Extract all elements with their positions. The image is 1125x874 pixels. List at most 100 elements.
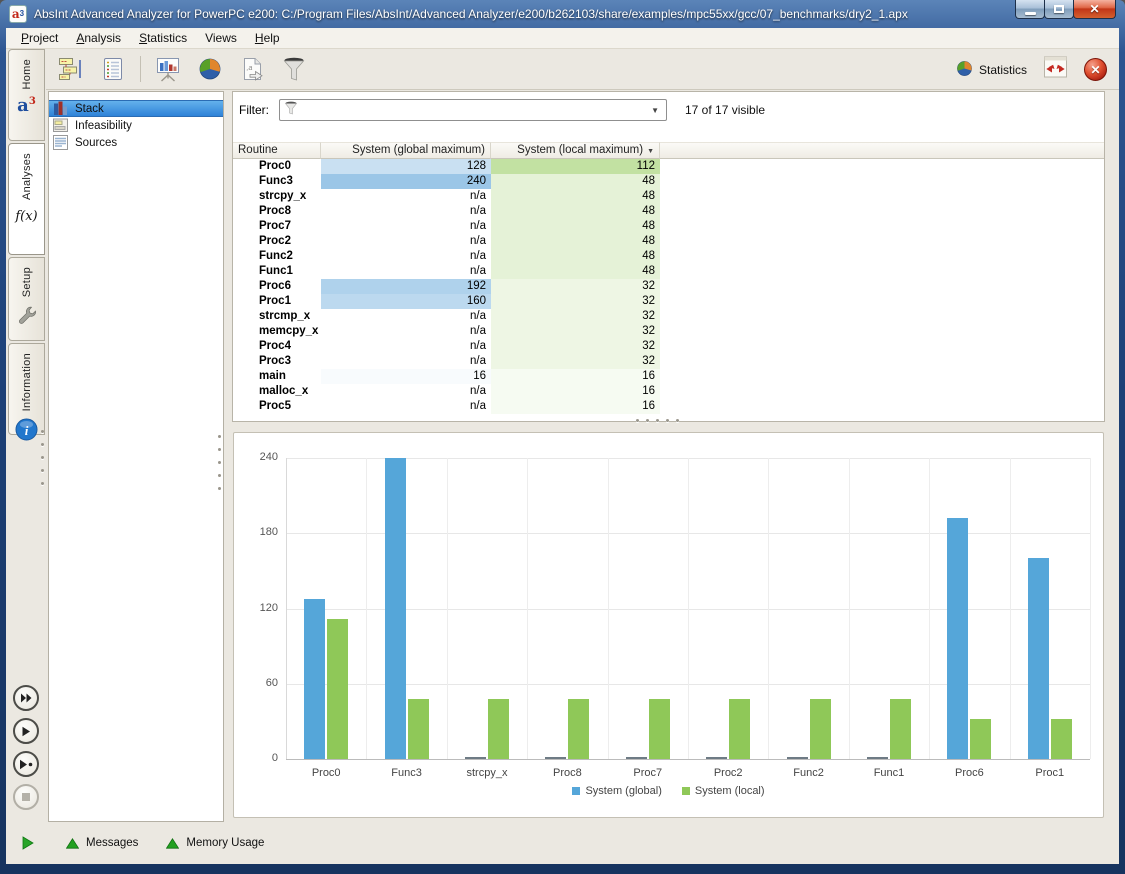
absint-logo-icon: a3 — [17, 94, 36, 116]
expand-icon — [1043, 56, 1068, 83]
menu-item-analysis[interactable]: Analysis — [67, 29, 130, 47]
expand-view-button[interactable] — [1043, 56, 1068, 83]
filter-funnel-button[interactable] — [279, 55, 309, 83]
menu-item-statistics[interactable]: Statistics — [130, 29, 196, 47]
table-row[interactable]: Proc6 192 32 — [233, 279, 1104, 294]
tab-label: Setup — [20, 267, 33, 298]
filter-visible-count: 17 of 17 visible — [685, 103, 766, 117]
sidebar-tab-rail: Home a3 Analyses f(x) Setup Information i — [6, 49, 46, 822]
run-indicator-icon[interactable] — [22, 836, 34, 850]
pie-chart-icon — [198, 57, 222, 81]
call-graph-button[interactable] — [56, 55, 86, 83]
play-dot-icon — [19, 759, 33, 770]
menu-item-views[interactable]: Views — [196, 29, 246, 47]
column-header-routine[interactable]: Routine — [233, 142, 321, 159]
report-button[interactable] — [98, 55, 128, 83]
splitter-dot — [41, 469, 44, 472]
menu-bar: Project Analysis Statistics Views Help — [6, 28, 1119, 49]
filter-combobox[interactable]: ▼ — [279, 99, 667, 121]
maximize-button[interactable] — [1044, 0, 1074, 19]
run-all-button[interactable] — [13, 685, 39, 711]
statistics-label: Statistics — [978, 62, 1027, 77]
cell-local: 48 — [491, 249, 660, 264]
table-row[interactable]: strcpy_x n/a 48 — [233, 189, 1104, 204]
sidebar-tab-setup[interactable]: Setup — [8, 257, 45, 341]
bar-global-Proc6 — [947, 518, 969, 759]
legend-item: System (global) — [572, 785, 662, 797]
table-row[interactable]: Proc8 n/a 48 — [233, 204, 1104, 219]
cell-routine: Proc6 — [259, 280, 291, 292]
chevron-down-icon[interactable]: ▼ — [651, 106, 659, 115]
column-header-global[interactable]: System (global maximum) — [321, 142, 491, 159]
gridline — [607, 458, 609, 759]
sort-desc-icon: ▼ — [647, 148, 654, 155]
minimize-button[interactable] — [1015, 0, 1045, 19]
table-row[interactable]: malloc_x n/a 16 — [233, 384, 1104, 399]
gridline — [929, 458, 931, 759]
cell-routine: strcpy_x — [259, 190, 307, 202]
table-row[interactable]: Proc3 n/a 32 — [233, 354, 1104, 369]
bar-chart-button[interactable] — [153, 55, 183, 83]
sources-icon — [53, 135, 68, 150]
table-row[interactable]: Proc7 n/a 48 — [233, 219, 1104, 234]
table-row[interactable]: Proc4 n/a 32 — [233, 339, 1104, 354]
table-row[interactable]: Proc5 n/a 16 — [233, 399, 1104, 414]
run-button[interactable] — [13, 718, 39, 744]
list-item-label: Infeasibility — [75, 119, 132, 132]
window-content: Project Analysis Statistics Views Help ,a St… — [6, 28, 1119, 864]
infeasibility-icon — [53, 118, 68, 133]
run-to-point-button[interactable] — [13, 751, 39, 777]
svg-text:,a: ,a — [247, 65, 253, 72]
titlebar[interactable]: a3 AbsInt Advanced Analyzer for PowerPC … — [0, 0, 1125, 28]
close-view-button[interactable]: ✕ — [1084, 58, 1107, 81]
table-row[interactable]: memcpy_x n/a 32 — [233, 324, 1104, 339]
cell-routine: Func3 — [259, 175, 293, 187]
x-axis-label: Func2 — [793, 767, 824, 779]
export-button[interactable]: ,a — [237, 55, 267, 83]
pie-chart-button[interactable] — [195, 55, 225, 83]
cell-global: n/a — [470, 205, 486, 217]
table-row[interactable]: Func3 240 48 — [233, 174, 1104, 189]
vertical-splitter-panel[interactable] — [218, 435, 221, 490]
table-row[interactable]: Func1 n/a 48 — [233, 264, 1104, 279]
statusbar-memory-usage-button[interactable]: Memory Usage — [166, 837, 264, 849]
table-row[interactable]: Proc2 n/a 48 — [233, 234, 1104, 249]
cell-routine: Proc1 — [259, 295, 291, 307]
filter-input[interactable] — [302, 101, 666, 119]
cell-routine: Proc7 — [259, 220, 291, 232]
cell-routine: Proc2 — [259, 235, 291, 247]
sidebar-tab-analyses[interactable]: Analyses f(x) — [8, 143, 45, 255]
statistics-button[interactable]: Statistics — [956, 60, 1027, 80]
table-row[interactable]: Proc1 160 32 — [233, 294, 1104, 309]
stack-usage-chart: 0 60 120 180 240 Proc0 Func3 strcpy_x Proc8 Proc7… — [233, 432, 1104, 818]
list-item-sources[interactable]: Sources — [49, 134, 223, 151]
sidebar-tab-home[interactable]: Home a3 — [8, 49, 45, 141]
x-axis-line — [286, 759, 1090, 760]
close-button[interactable]: ✕ — [1073, 0, 1116, 19]
cell-routine: Proc8 — [259, 205, 291, 217]
table-row[interactable]: strcmp_x n/a 32 — [233, 309, 1104, 324]
x-axis-label: Proc2 — [713, 767, 743, 779]
close-view-icon: ✕ — [1090, 62, 1101, 77]
statusbar-messages-button[interactable]: Messages — [66, 837, 138, 849]
x-axis-label: Proc1 — [1035, 767, 1065, 779]
toolbar-separator — [140, 56, 141, 82]
cell-global: 240 — [321, 174, 491, 189]
splitter-dot — [676, 419, 679, 422]
bar-global-Proc8 — [545, 757, 567, 759]
table-row[interactable]: Proc0 128 112 — [233, 159, 1104, 174]
menu-item-help[interactable]: Help — [246, 29, 289, 47]
sidebar-tab-information[interactable]: Information i — [8, 343, 45, 441]
horizontal-splitter[interactable] — [636, 419, 679, 422]
menu-item-project[interactable]: Project — [12, 29, 67, 47]
table-row[interactable]: main 16 16 — [233, 369, 1104, 384]
fx-icon: f(x) — [15, 209, 38, 225]
splitter-dot — [41, 443, 44, 446]
list-item-infeasibility[interactable]: Infeasibility — [49, 117, 223, 134]
vertical-splitter-left[interactable] — [41, 430, 44, 485]
legend-label: System (global) — [585, 785, 662, 797]
cell-global: n/a — [470, 325, 486, 337]
column-header-local[interactable]: System (local maximum) ▼ — [491, 142, 660, 159]
table-row[interactable]: Func2 n/a 48 — [233, 249, 1104, 264]
list-item-stack[interactable]: Stack — [49, 100, 223, 117]
